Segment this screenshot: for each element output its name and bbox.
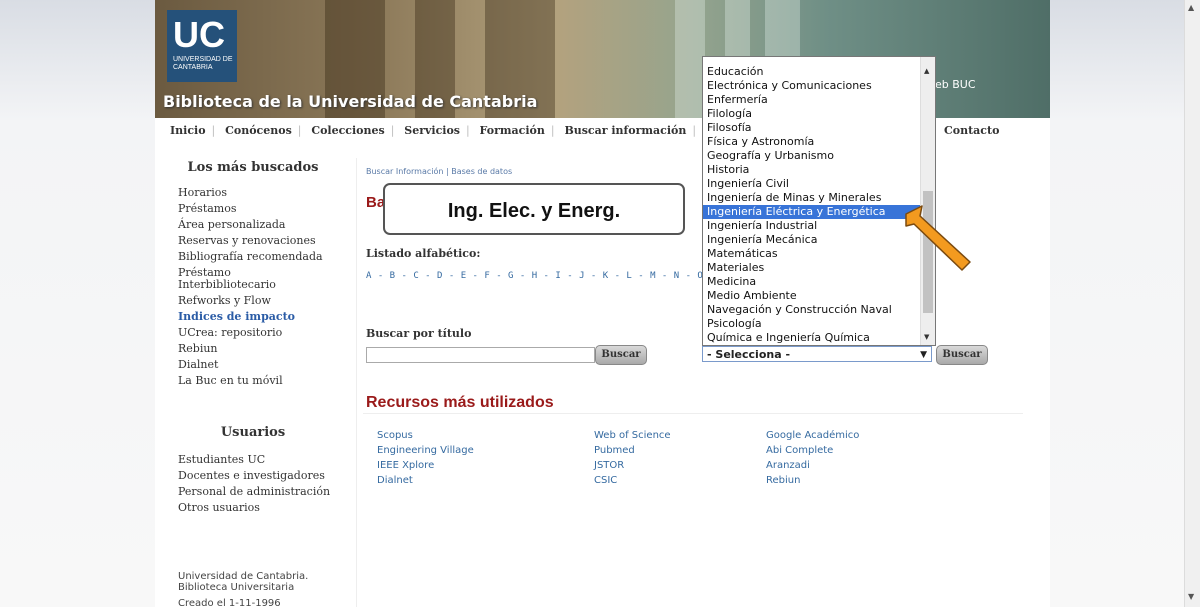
page-scrollbar[interactable]: ▲ ▼ [1184, 0, 1200, 607]
recursos-title: Recursos más utilizados [366, 394, 554, 411]
uc-logo[interactable]: UC UNIVERSIDAD DE CANTABRIA [167, 10, 237, 82]
search-title-button[interactable]: Buscar [595, 345, 647, 365]
users-heading: Usuarios [220, 425, 286, 440]
logo-text: UC [173, 14, 225, 55]
sidebar-item-indices-impacto[interactable]: Indices de impacto [178, 309, 353, 325]
sidebar-item-prestamos[interactable]: Préstamos [178, 201, 353, 217]
resources-col-3: Google Académico Abi Complete Aranzadi R… [766, 428, 859, 488]
page-background-left [0, 0, 155, 607]
resource-csic[interactable]: CSIC [594, 473, 671, 488]
resource-engineering-village[interactable]: Engineering Village [377, 443, 474, 458]
resources-col-2: Web of Science Pubmed JSTOR CSIC [594, 428, 671, 488]
breadcrumb[interactable]: Buscar Información | Bases de datos [366, 167, 512, 176]
sidebar-list: Horarios Préstamos Área personalizada Re… [178, 185, 353, 389]
dropdown-option[interactable]: Electrónica y Comunicaciones [703, 79, 935, 93]
scroll-down-icon[interactable]: ▼ [1188, 592, 1194, 601]
users-item-estudiantes[interactable]: Estudiantes UC [178, 452, 353, 468]
resource-rebiun[interactable]: Rebiun [766, 473, 859, 488]
resource-pubmed[interactable]: Pubmed [594, 443, 671, 458]
chevron-down-icon: ▼ [920, 350, 927, 360]
dropdown-option[interactable]: Física y Astronomía [703, 135, 935, 149]
subject-select[interactable]: - Selecciona - ▼ [702, 346, 932, 362]
sidebar-item-horarios[interactable]: Horarios [178, 185, 353, 201]
footer-line-1: Universidad de Cantabria. [178, 571, 309, 582]
resources-box: Scopus Engineering Village IEEE Xplore D… [363, 413, 1023, 494]
sidebar-heading: Los más buscados [187, 160, 319, 175]
nav-item-formacion[interactable]: Formación [480, 124, 545, 137]
sidebar-item-bibliografia[interactable]: Bibliografía recomendada [178, 249, 353, 265]
resource-ieee-xplore[interactable]: IEEE Xplore [377, 458, 474, 473]
sidebar-item-area-personalizada[interactable]: Área personalizada [178, 217, 353, 233]
nav-item-servicios[interactable]: Servicios [404, 124, 460, 137]
sidebar-item-reservas[interactable]: Reservas y renovaciones [178, 233, 353, 249]
footer-line-2: Biblioteca Universitaria [178, 582, 295, 593]
sidebar: Los más buscados Horarios Préstamos Área… [178, 160, 353, 516]
scroll-up-icon[interactable]: ▲ [1188, 3, 1194, 12]
sidebar-item-refworks[interactable]: Refworks y Flow [178, 293, 353, 309]
logo-subtext: UNIVERSIDAD DE CANTABRIA [173, 56, 233, 71]
site-title[interactable]: Biblioteca de la Universidad de Cantabri… [163, 92, 537, 111]
resource-google-academico[interactable]: Google Académico [766, 428, 859, 443]
nav-item-colecciones[interactable]: Colecciones [311, 124, 384, 137]
users-item-otros[interactable]: Otros usuarios [178, 500, 353, 516]
dropdown-option[interactable]: Psicología [703, 317, 935, 331]
footer-created: Creado el 1-11-1996 [178, 598, 281, 609]
resource-web-of-science[interactable]: Web of Science [594, 428, 671, 443]
pointer-arrow-icon [905, 205, 971, 271]
nav-item-inicio[interactable]: Inicio [170, 124, 206, 137]
alpha-label: Listado alfabético: [366, 247, 481, 260]
nav-item-buscar-informacion[interactable]: Buscar información [564, 124, 686, 137]
dropdown-option[interactable]: Filosofía [703, 121, 935, 135]
resource-jstor[interactable]: JSTOR [594, 458, 671, 473]
dropdown-option[interactable]: Geografía y Urbanismo [703, 149, 935, 163]
users-item-docentes[interactable]: Docentes e investigadores [178, 468, 353, 484]
dropdown-option[interactable]: Química e Ingeniería Química [703, 331, 935, 345]
users-item-personal[interactable]: Personal de administración [178, 484, 353, 500]
search-title-label: Buscar por título [366, 327, 472, 340]
dropdown-option[interactable]: Enfermería [703, 93, 935, 107]
search-title-input[interactable] [366, 347, 595, 363]
dropdown-option[interactable]: Medio Ambiente [703, 289, 935, 303]
dropdown-option[interactable]: Medicina [703, 275, 935, 289]
dropdown-scroll-up-icon[interactable]: ▲ [924, 67, 929, 75]
callout-label: Ing. Elec. y Energ. [383, 183, 685, 235]
resource-aranzadi[interactable]: Aranzadi [766, 458, 859, 473]
footer-text: Universidad de Cantabria. Biblioteca Uni… [178, 571, 308, 593]
resource-abi-complete[interactable]: Abi Complete [766, 443, 859, 458]
sidebar-item-buc-movil[interactable]: La Buc en tu móvil [178, 373, 353, 389]
sidebar-item-rebiun[interactable]: Rebiun [178, 341, 353, 357]
dropdown-option[interactable]: Navegación y Construcción Naval [703, 303, 935, 317]
dropdown-scroll-down-icon[interactable]: ▼ [924, 333, 929, 341]
sidebar-item-ucrea[interactable]: UCrea: repositorio [178, 325, 353, 341]
nav-item-conocenos[interactable]: Conócenos [225, 124, 292, 137]
resources-col-1: Scopus Engineering Village IEEE Xplore D… [377, 428, 474, 488]
nav-item-contacto[interactable]: Contacto [944, 124, 999, 137]
sidebar-item-interbibliotecario[interactable]: Interbibliotecario [178, 279, 353, 291]
dropdown-option[interactable]: Historia [703, 163, 935, 177]
subject-search-button[interactable]: Buscar [936, 345, 988, 365]
users-list: Estudiantes UC Docentes e investigadores… [178, 452, 353, 516]
header-right-link[interactable]: eb BUC [935, 78, 976, 91]
dropdown-option[interactable]: Filología [703, 107, 935, 121]
page-background-right [1050, 0, 1185, 607]
dropdown-option[interactable]: Ingeniería Civil [703, 177, 935, 191]
sidebar-item-dialnet[interactable]: Dialnet [178, 357, 353, 373]
resource-dialnet[interactable]: Dialnet [377, 473, 474, 488]
resource-scopus[interactable]: Scopus [377, 428, 474, 443]
dropdown-option[interactable]: Educación [703, 65, 935, 79]
subject-select-value: - Selecciona - [707, 348, 791, 361]
